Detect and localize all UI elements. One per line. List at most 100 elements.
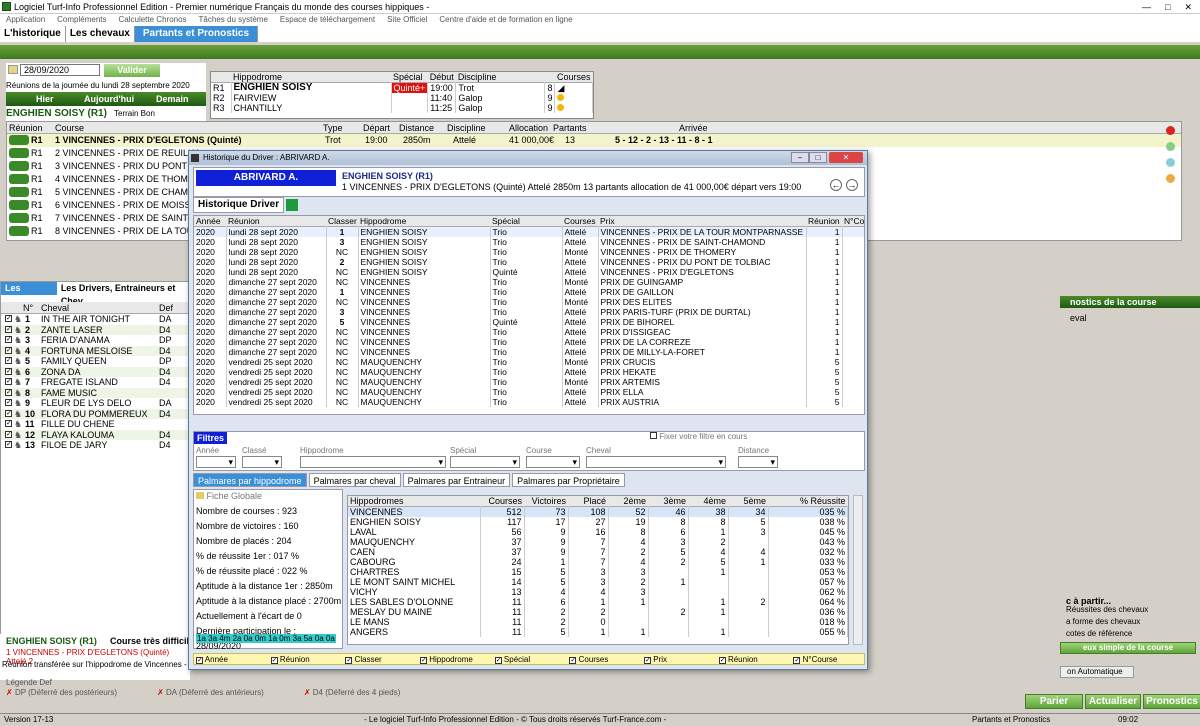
partant-row[interactable]: ✓ ♞ 7 FREGATE ISLAND D4 [1, 377, 189, 388]
partant-checkbox[interactable]: ✓ [5, 420, 12, 427]
column-toggle[interactable]: ✓ Hippodrome [420, 654, 491, 664]
column-toggle[interactable]: ✓ Courses [569, 654, 640, 664]
history-row[interactable]: 2020 dimanche 27 sept 2020 1 VINCENNES Trio A… [194, 287, 864, 297]
hippodrome-row[interactable]: R3 CHANTILLY 11:25 Galop 9 [211, 103, 593, 113]
hippodrome-row[interactable]: R1 ENGHIEN SOISY Quinté+ 19:00 Trot 8 ◢ [211, 82, 593, 93]
dialog-close-icon[interactable]: ✕ [829, 152, 863, 163]
palm-header[interactable]: % Réussite [768, 496, 848, 507]
hippodrome-row[interactable]: R2 FAIRVIEW 11:40 Galop 9 [211, 93, 593, 103]
blue-status-icon[interactable] [1166, 158, 1175, 167]
link-forme[interactable]: a forme des chevaux [1066, 616, 1200, 628]
column-toggle[interactable]: ✓ Réunion [718, 654, 790, 664]
column-toggle[interactable]: ✓ Réunion [270, 654, 342, 664]
menu-item[interactable]: Compléments [57, 14, 106, 26]
hist-header[interactable]: Prix [598, 216, 806, 227]
partant-row[interactable]: ✓ ♞ 12 FLAYA KALOUMA D4 [1, 429, 189, 440]
history-row[interactable]: 2020 lundi 28 sept 2020 NC ENGHIEN SOISY Tri… [194, 247, 864, 257]
partant-checkbox[interactable]: ✓ [5, 430, 12, 438]
partant-row[interactable]: ✓ ♞ 2 ZANTE LASER D4 [1, 324, 189, 335]
palm-header[interactable]: 4ème [688, 496, 728, 507]
filter-dropdown[interactable]: ▾ [242, 456, 282, 468]
palmares-row[interactable]: LAVAL 56 9 16 8 6 1 3 045 % [348, 527, 848, 537]
column-checkbox[interactable]: ✓ [420, 657, 428, 664]
column-toggle[interactable]: ✓ Spécial [494, 654, 566, 664]
partant-row[interactable]: ✓ ♞ 9 FLEUR DE LYS DELO DA [1, 398, 189, 409]
palmares-row[interactable]: MAUQUENCHY 37 9 7 4 3 2 043 % [348, 537, 848, 547]
palm-header[interactable]: Victoires [524, 496, 568, 507]
green-status-icon[interactable] [1166, 142, 1175, 151]
palm-header[interactable]: Hippodromes [348, 496, 480, 507]
palm-header[interactable]: 2ème [608, 496, 648, 507]
palmares-row[interactable]: MESLAY DU MAINE 11 2 2 2 1 036 % [348, 607, 848, 617]
tab-partants[interactable]: Partants et Pronostics [134, 26, 259, 42]
excel-icon[interactable] [286, 199, 299, 211]
menu-item[interactable]: Application [6, 14, 45, 26]
column-toggle[interactable]: ✓ N°Course [793, 654, 864, 664]
actualiser-button[interactable]: Actualiser [1085, 694, 1141, 709]
palmares-row[interactable]: CHARTRES 15 5 3 3 1 053 % [348, 567, 848, 577]
column-checkbox[interactable]: ✓ [718, 657, 726, 664]
partant-checkbox[interactable]: ✓ [5, 409, 12, 417]
partant-checkbox[interactable]: ✓ [5, 367, 12, 375]
tab-historique[interactable]: L'historique [0, 26, 66, 42]
history-row[interactable]: 2020 dimanche 27 sept 2020 NC VINCENNES Trio… [194, 327, 864, 337]
palmares-row[interactable]: CABOURG 24 1 7 4 2 5 1 033 % [348, 557, 848, 567]
filter-dropdown[interactable]: ▾ [450, 456, 520, 468]
validate-button[interactable]: Valider [104, 64, 160, 77]
hier-button[interactable]: Hier [36, 92, 54, 106]
hist-header[interactable]: Courses [562, 216, 598, 227]
dialog-minimize-icon[interactable]: – [791, 152, 809, 163]
palmares-row[interactable]: VINCENNES 512 73 108 52 46 38 34 035 % [348, 506, 848, 517]
next-arrow-icon[interactable]: → [846, 179, 858, 191]
partant-row[interactable]: ✓ ♞ 1 IN THE AIR TONIGHT DA [1, 314, 189, 325]
partant-row[interactable]: ✓ ♞ 8 FAME MUSIC [1, 387, 189, 398]
partant-row[interactable]: ✓ ♞ 10 FLORA DU POMMEREUX D4 [1, 408, 189, 419]
hist-header[interactable]: Année [194, 216, 226, 227]
column-checkbox[interactable]: ✓ [494, 657, 502, 664]
column-toggle[interactable]: ✓ Année [196, 654, 267, 664]
partant-checkbox[interactable]: ✓ [5, 346, 12, 354]
palmares-tab[interactable]: Palmares par cheval [308, 473, 401, 487]
history-row[interactable]: 2020 vendredi 25 sept 2020 NC MAUQUENCHY Tri… [194, 377, 864, 387]
dialog-maximize-icon[interactable]: □ [809, 152, 827, 163]
tab-chevaux[interactable]: Les chevaux [66, 26, 135, 42]
history-row[interactable]: 2020 dimanche 27 sept 2020 NC VINCENNES Trio… [194, 337, 864, 347]
tab-les-partants[interactable]: Les partants [1, 282, 57, 306]
hist-header[interactable]: Réunion [806, 216, 842, 227]
column-checkbox[interactable]: ✓ [569, 657, 577, 664]
palm-header[interactable]: 3ème [648, 496, 688, 507]
history-row[interactable]: 2020 dimanche 27 sept 2020 NC VINCENNES Trio… [194, 347, 864, 357]
filter-dropdown[interactable]: ▾ [196, 456, 236, 468]
column-toggle[interactable]: ✓ Classer [345, 654, 416, 664]
menu-item[interactable]: Espace de téléchargement [280, 14, 375, 26]
yellow-status-icon[interactable] [1166, 174, 1175, 183]
link-cotes[interactable]: cotes de référence [1066, 628, 1200, 640]
palm-header[interactable]: Placé [568, 496, 608, 507]
partant-checkbox[interactable]: ✓ [5, 325, 12, 333]
partant-row[interactable]: ✓ ♞ 5 FAMILY QUEEN DP [1, 356, 189, 367]
minimize-icon[interactable]: — [1142, 0, 1151, 14]
palmares-row[interactable]: LES SABLES D'OLONNE 11 6 1 1 1 2 064 % [348, 597, 848, 607]
palmares-row[interactable]: LE MANS 11 2 0 018 % [348, 617, 848, 627]
palmares-row[interactable]: VICHY 13 4 4 3 062 % [348, 587, 848, 597]
aujourdhui-button[interactable]: Aujourd'hui [84, 92, 134, 106]
filter-dropdown[interactable]: ▾ [586, 456, 726, 468]
prev-arrow-icon[interactable]: ← [830, 179, 842, 191]
palm-header[interactable]: Courses [480, 496, 524, 507]
partant-checkbox[interactable]: ✓ [5, 388, 12, 396]
filter-dropdown[interactable]: ▾ [526, 456, 580, 468]
history-row[interactable]: 2020 dimanche 27 sept 2020 5 VINCENNES Quint… [194, 317, 864, 327]
column-checkbox[interactable]: ✓ [793, 657, 801, 664]
hist-header[interactable]: Classer [326, 216, 358, 227]
fixer-filter[interactable]: Fixer votre filtre en cours [650, 432, 747, 441]
automatique-button[interactable]: on Automatique [1060, 666, 1134, 678]
tab-historique-driver[interactable]: Historique Driver [193, 197, 285, 213]
hist-header[interactable]: Spécial [490, 216, 562, 227]
partant-row[interactable]: ✓ ♞ 13 FILOE DE JARY D4 [1, 440, 189, 451]
simple-course-button[interactable]: eux simple de la course [1060, 642, 1196, 654]
partant-row[interactable]: ✓ ♞ 6 ZONA DA D4 [1, 366, 189, 377]
menu-item[interactable]: Centre d'aide et de formation en ligne [439, 14, 572, 26]
partant-checkbox[interactable]: ✓ [5, 441, 12, 448]
filter-dropdown[interactable]: ▾ [738, 456, 778, 468]
hist-header[interactable]: N°Course [842, 216, 864, 227]
